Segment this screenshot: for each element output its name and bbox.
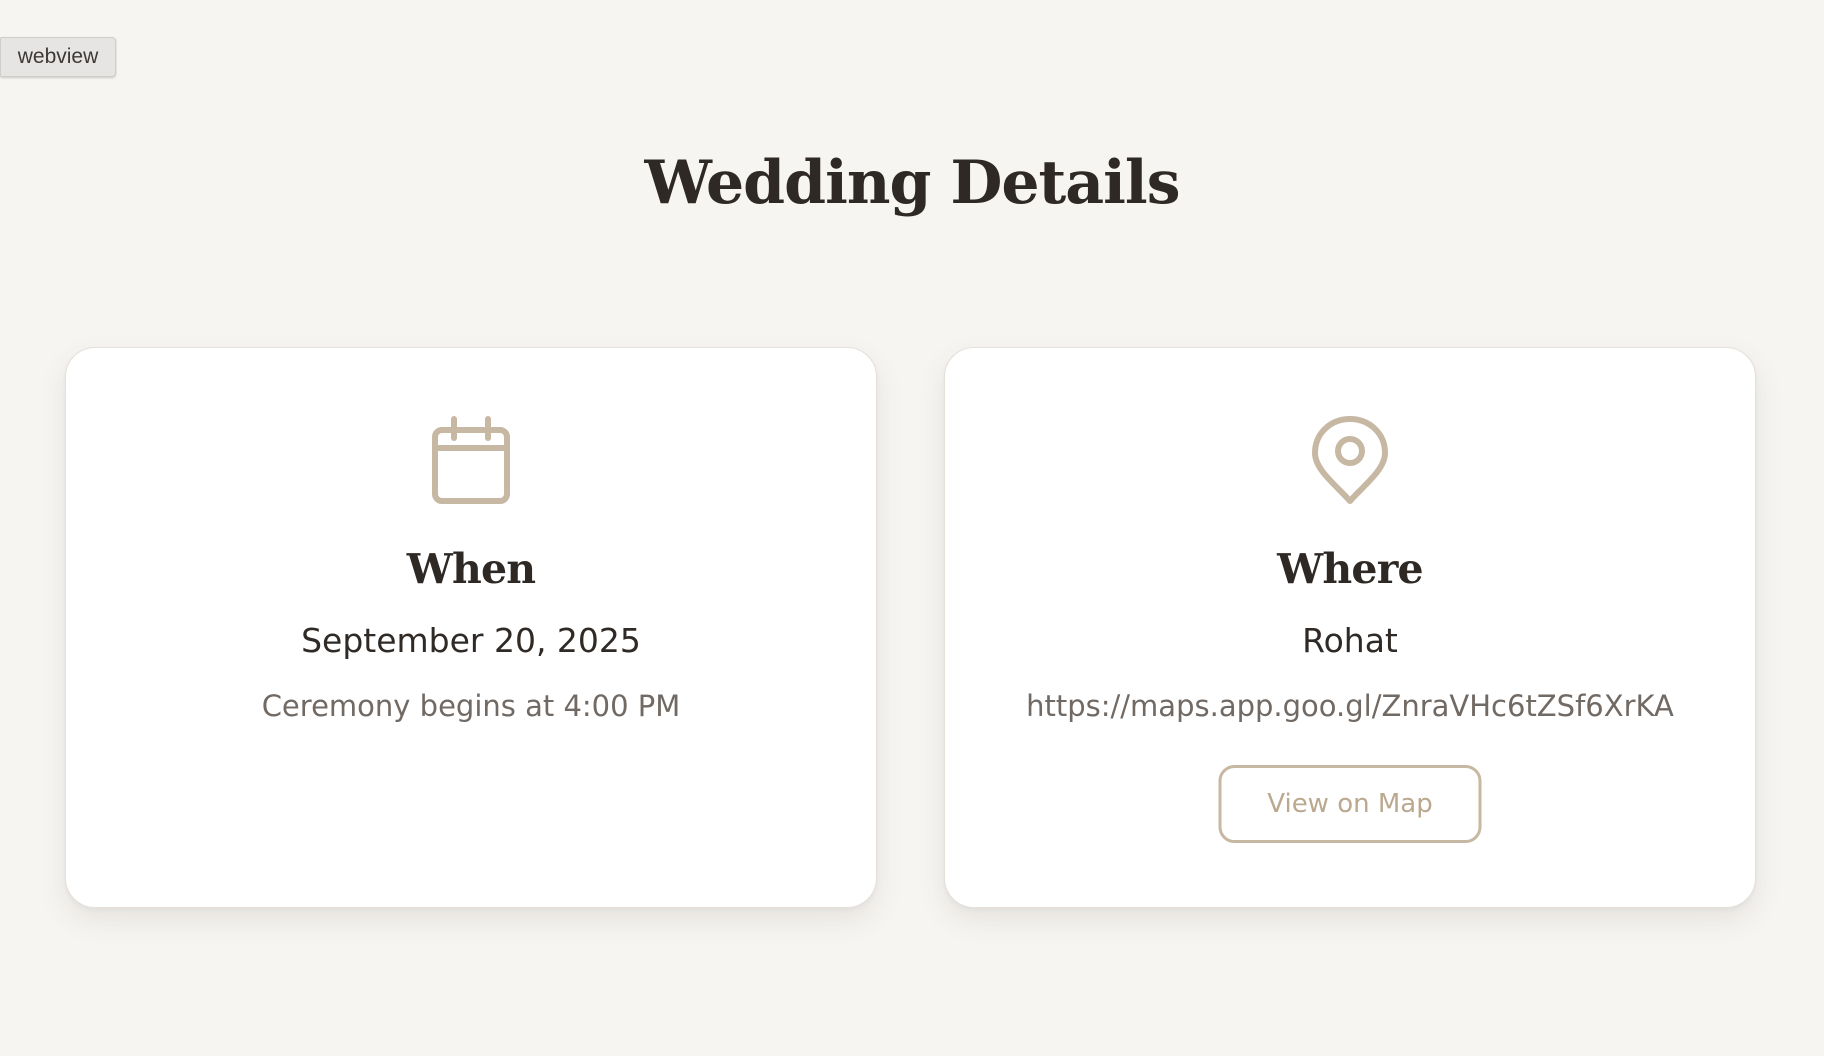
venue-name: Rohat: [1302, 621, 1398, 660]
wedding-date: September 20, 2025: [301, 621, 641, 660]
ceremony-time: Ceremony begins at 4:00 PM: [261, 689, 681, 723]
webview-tag: webview: [0, 37, 116, 77]
location-pin-icon: [1304, 414, 1396, 506]
where-card: Where Rohat https://maps.app.goo.gl/Znra…: [944, 347, 1756, 908]
view-on-map-button[interactable]: View on Map: [1218, 765, 1482, 843]
page-title: Wedding Details: [644, 148, 1181, 218]
calendar-icon: [425, 414, 517, 506]
when-heading: When: [406, 545, 536, 593]
map-url: https://maps.app.goo.gl/ZnraVHc6tZSf6XrK…: [1026, 689, 1674, 723]
when-card: When September 20, 2025 Ceremony begins …: [65, 347, 877, 908]
where-heading: Where: [1277, 545, 1423, 593]
